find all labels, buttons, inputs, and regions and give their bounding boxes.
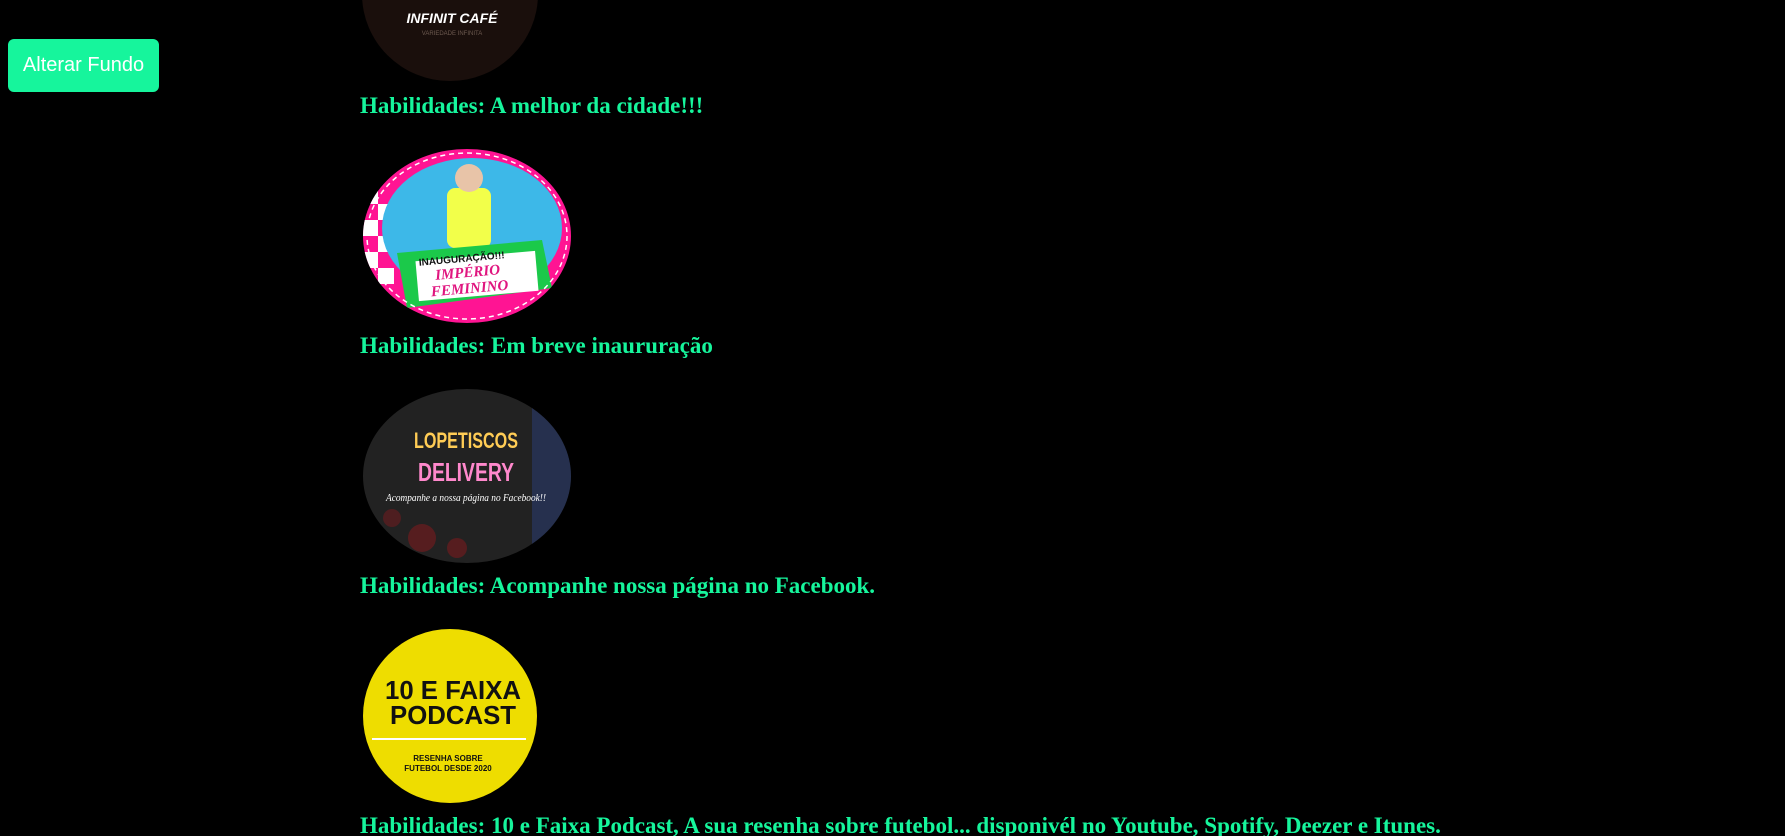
lopetiscos-logo-subtext: Acompanhe a nossa página no Facebook!!	[385, 493, 546, 504]
item-caption-2: Habilidades: Em breve inaururação	[360, 333, 713, 358]
podcast-logo-subtext-1: RESENHA SOBRE	[413, 754, 483, 763]
item-caption-4: Habilidades: 10 e Faixa Podcast, A sua r…	[360, 813, 1441, 836]
infinit-cafe-logo: INFINIT CAFÉ VARIEDADE INFINITA	[362, 0, 538, 82]
infinit-cafe-logo-text: INFINIT CAFÉ	[407, 10, 499, 26]
lopetiscos-delivery-logo: LOPETISCOS DELIVERY Acompanhe a nossa pá…	[362, 388, 572, 564]
podcast-logo-title-2: PODCAST	[390, 700, 516, 730]
item-caption-1: Habilidades: A melhor da cidade!!!	[360, 93, 704, 118]
imperio-feminino-logo: INAUGURAÇÃO!!! IMPÉRIO FEMININO	[362, 148, 572, 324]
lopetiscos-logo-title-2: DELIVERY	[418, 457, 514, 487]
change-background-button[interactable]: Alterar Fundo	[8, 39, 159, 92]
item-caption-3: Habilidades: Acompanhe nossa página no F…	[360, 573, 876, 598]
podcast-logo: 10 E FAIXA PODCAST RESENHA SOBRE FUTEBOL…	[362, 628, 538, 804]
lopetiscos-logo-title-1: LOPETISCOS	[414, 428, 518, 453]
infinit-cafe-logo-subtext: VARIEDADE INFINITA	[422, 31, 482, 37]
podcast-logo-subtext-2: FUTEBOL DESDE 2020	[404, 764, 492, 773]
